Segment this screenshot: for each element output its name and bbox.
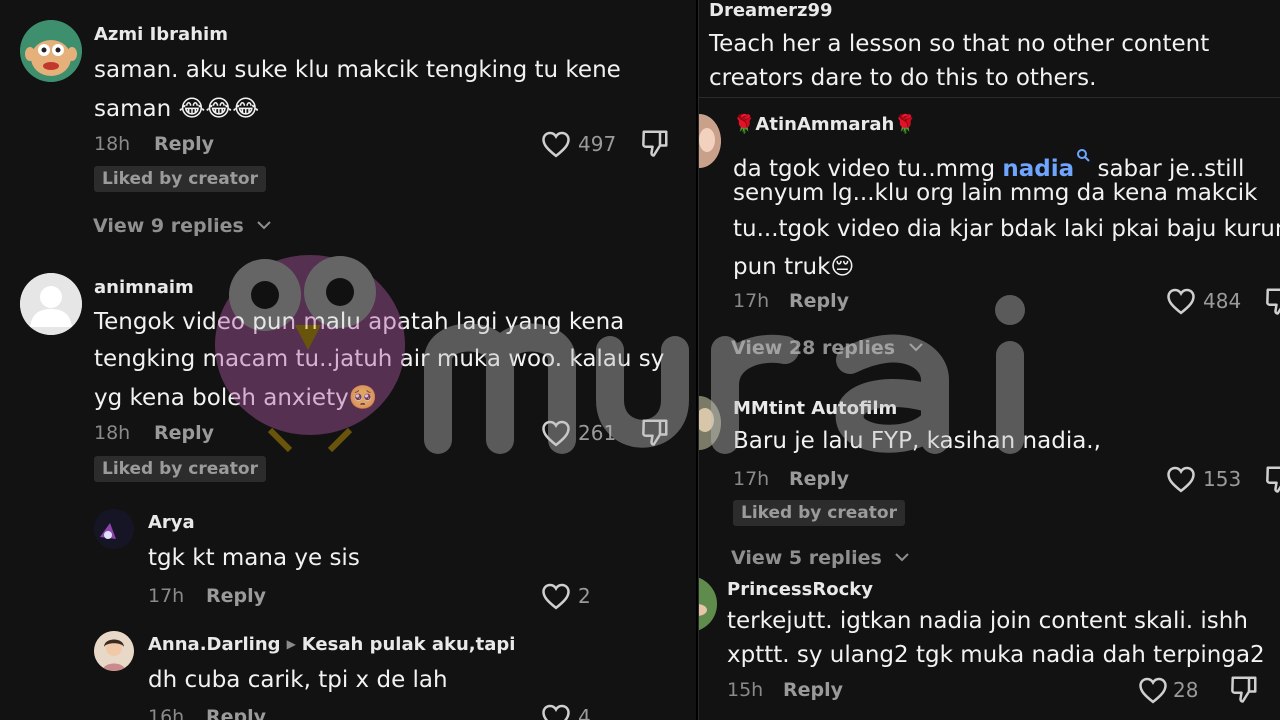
comment-text-line: terkejutt. igtkan nadia join content ska… bbox=[727, 608, 1248, 634]
avatar[interactable] bbox=[94, 631, 134, 671]
right-comments-panel: Dreamerz99 Teach her a lesson so that no… bbox=[698, 0, 1280, 720]
search-icon bbox=[1076, 137, 1090, 173]
avatar[interactable] bbox=[94, 509, 134, 549]
comment-timestamp: 15h bbox=[727, 679, 764, 701]
like-count: 153 bbox=[1203, 467, 1242, 491]
comment-text-line: Tengok video pun malu apatah lagi yang k… bbox=[94, 309, 625, 335]
reply-button[interactable]: Reply bbox=[789, 290, 849, 312]
reply-username[interactable]: Anna.Darling bbox=[148, 634, 281, 655]
reply-username[interactable]: Arya bbox=[148, 512, 195, 533]
dislike-icon[interactable] bbox=[1229, 674, 1259, 704]
like-count: 261 bbox=[578, 421, 617, 445]
view-replies-button[interactable]: View 9 replies bbox=[93, 214, 272, 237]
reply-timestamp: 17h bbox=[148, 585, 185, 607]
avatar[interactable] bbox=[20, 273, 82, 335]
avatar[interactable] bbox=[699, 114, 721, 168]
view-replies-label: View 9 replies bbox=[93, 215, 244, 237]
reply-button[interactable]: Reply bbox=[154, 133, 214, 155]
comment-text: Baru je lalu FYP, kasihan nadia., bbox=[733, 428, 1101, 454]
reply-button[interactable]: Reply bbox=[789, 468, 849, 490]
comment-text-line: tu...tgok video dia kjar bdak laki pkai … bbox=[733, 216, 1280, 242]
liked-by-creator-badge: Liked by creator bbox=[733, 500, 905, 526]
dislike-icon[interactable] bbox=[1264, 286, 1280, 316]
comment-username-text: AtinAmmarah bbox=[755, 114, 895, 135]
reply-text: dh cuba carik, tpi x de lah bbox=[148, 667, 448, 693]
reply-text: tgk kt mana ye sis bbox=[148, 545, 360, 571]
heart-icon[interactable] bbox=[541, 703, 571, 720]
caret-right-icon: ▶ bbox=[286, 637, 296, 651]
avatar[interactable] bbox=[699, 396, 721, 450]
comment-timestamp: 18h bbox=[94, 133, 131, 155]
reply-username-line: Anna.Darling ▶ Kesah pulak aku,tapi bbox=[148, 634, 515, 655]
comment-username[interactable]: Dreamerz99 bbox=[709, 0, 833, 21]
comment-username[interactable]: Azmi Ibrahim bbox=[94, 24, 228, 45]
heart-icon[interactable] bbox=[1166, 465, 1196, 493]
reply-button[interactable]: Reply bbox=[154, 422, 214, 444]
comment-text-line: tengking macam tu..jatuh air muka woo. k… bbox=[94, 346, 665, 372]
liked-by-creator-badge: Liked by creator bbox=[94, 456, 266, 482]
reply-button[interactable]: Reply bbox=[783, 679, 843, 701]
rose-emoji-icon: 🌹 bbox=[894, 114, 917, 135]
heart-icon[interactable] bbox=[1166, 287, 1196, 315]
comment-text-line: senyum lg...klu org lain mmg da kena mak… bbox=[733, 180, 1258, 206]
heart-icon[interactable] bbox=[541, 582, 571, 610]
reply-to-target[interactable]: Kesah pulak aku,tapi bbox=[302, 634, 516, 655]
reply-button[interactable]: Reply bbox=[206, 585, 266, 607]
heart-icon[interactable] bbox=[541, 130, 571, 158]
comment-text-line: yg kena boleh anxiety🥺 bbox=[94, 385, 378, 411]
comment-text-line: Teach her a lesson so that no other cont… bbox=[709, 31, 1210, 57]
comment-text-line: creators dare to do this to others. bbox=[709, 65, 1097, 91]
dislike-icon[interactable] bbox=[1264, 464, 1280, 494]
comment-timestamp: 17h bbox=[733, 290, 770, 312]
comment-text-line: saman. aku suke klu makcik tengking tu k… bbox=[94, 57, 621, 83]
like-count: 28 bbox=[1173, 678, 1199, 702]
comment-text-line: saman 😂😂😂 bbox=[94, 96, 260, 122]
divider bbox=[699, 97, 1280, 98]
comment-text-line: xpttt. sy ulang2 tgk muka nadia dah terp… bbox=[727, 642, 1265, 668]
comment-username[interactable]: PrincessRocky bbox=[727, 579, 873, 600]
reply-timestamp: 16h bbox=[148, 706, 185, 720]
liked-by-creator-badge: Liked by creator bbox=[94, 166, 266, 192]
heart-icon[interactable] bbox=[1138, 676, 1168, 704]
comment-username[interactable]: animnaim bbox=[94, 277, 194, 298]
reply-button[interactable]: Reply bbox=[206, 706, 266, 720]
dislike-icon[interactable] bbox=[640, 417, 670, 447]
like-count: 4 bbox=[578, 705, 591, 720]
view-replies-button[interactable]: View 28 replies bbox=[731, 336, 923, 359]
comment-username[interactable]: MMtint Autofilm bbox=[733, 398, 897, 419]
left-comments-panel: Azmi Ibrahim saman. aku suke klu makcik … bbox=[0, 0, 696, 720]
chevron-down-icon bbox=[908, 336, 923, 352]
comment-timestamp: 17h bbox=[733, 468, 770, 490]
like-count: 2 bbox=[578, 584, 591, 608]
comment-username[interactable]: 🌹AtinAmmarah🌹 bbox=[733, 114, 917, 135]
comment-timestamp: 18h bbox=[94, 422, 131, 444]
comment-text-line: pun truk😔 bbox=[733, 254, 855, 280]
dislike-icon[interactable] bbox=[640, 128, 670, 158]
rose-emoji-icon: 🌹 bbox=[733, 114, 756, 135]
chevron-down-icon bbox=[256, 214, 272, 230]
view-replies-label: View 28 replies bbox=[731, 337, 896, 359]
view-replies-button[interactable]: View 5 replies bbox=[731, 546, 910, 569]
heart-icon[interactable] bbox=[541, 419, 571, 447]
view-replies-label: View 5 replies bbox=[731, 547, 882, 569]
like-count: 497 bbox=[578, 132, 617, 156]
like-count: 484 bbox=[1203, 289, 1242, 313]
avatar[interactable] bbox=[20, 20, 82, 82]
chevron-down-icon bbox=[894, 546, 910, 562]
avatar[interactable] bbox=[699, 576, 717, 632]
